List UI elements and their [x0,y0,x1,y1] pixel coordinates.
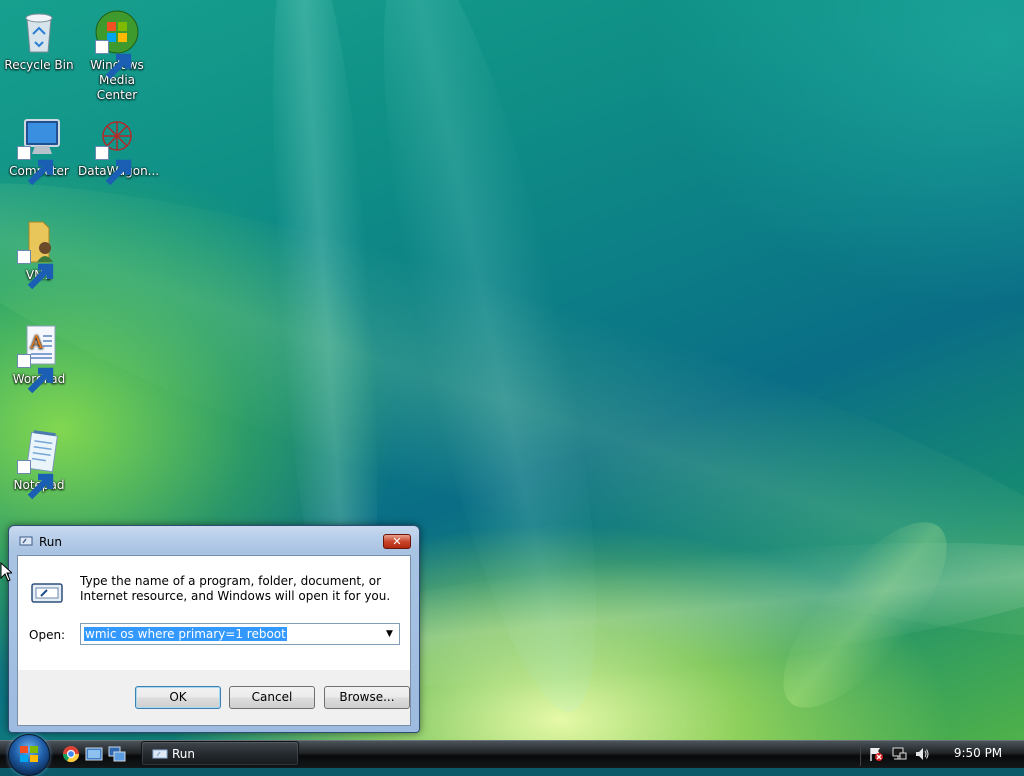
svg-text:A: A [29,332,44,353]
computer-icon [15,114,63,186]
show-desktop-icon[interactable] [85,745,103,763]
run-icon [152,749,168,759]
open-input-value[interactable]: wmic os where primary=1 reboot [84,627,287,641]
shortcut-arrow-icon [17,146,54,186]
switch-windows-icon[interactable] [108,745,126,763]
run-description: Type the name of a program, folder, docu… [80,574,391,603]
shortcut-arrow-icon [95,40,132,80]
chrome-icon[interactable] [62,745,80,763]
shortcut-arrow-icon [17,250,54,290]
desktop-icon-computer[interactable]: Computer [0,114,78,186]
volume-icon[interactable] [914,746,930,762]
desktop-icon-wordpad[interactable]: A WordPad [0,322,78,394]
windows-logo-icon [20,746,38,762]
tray-divider [860,742,861,766]
taskbar-clock[interactable]: 9:50 PM [948,746,1008,760]
close-icon: ✕ [392,535,402,548]
open-combobox[interactable]: wmic os where primary=1 reboot ▼ [80,623,400,645]
browse-button[interactable]: Browse... [324,686,410,709]
chevron-down-icon[interactable]: ▼ [381,625,398,643]
taskbar-button-run[interactable]: Run [141,741,299,766]
recycle-bin-icon [15,8,63,56]
run-titlebar[interactable]: Run ✕ [9,526,419,556]
run-client-area: Type the name of a program, folder, docu… [17,555,411,726]
run-program-icon [31,583,63,603]
desktop-icon-recycle-bin[interactable]: Recycle Bin [0,8,78,73]
notepad-icon [15,428,63,500]
wordpad-icon: A [15,322,63,394]
cancel-button[interactable]: Cancel [229,686,315,709]
windows-media-center-icon [93,8,141,80]
run-dialog: Run ✕ Type the name of a program, folder… [8,525,420,733]
shortcut-arrow-icon [17,354,54,394]
taskbar-button-label: Run [172,747,196,761]
ok-button[interactable]: OK [135,686,221,709]
desktop-icon-notepad[interactable]: Notepad [0,428,78,500]
run-content-panel: Type the name of a program, folder, docu… [18,556,410,670]
run-title: Run [39,535,63,549]
desktop-icon-label: Recycle Bin [4,58,74,72]
mouse-cursor-icon [0,562,12,582]
datawagon-icon [93,114,141,186]
run-icon [19,536,33,546]
action-center-flag-icon[interactable] [868,746,884,762]
desktop-icon-vm1[interactable]: VM1 [0,218,78,290]
shortcut-arrow-icon [95,146,132,186]
close-button[interactable]: ✕ [383,534,411,549]
shortcut-arrow-icon [17,460,54,500]
vm1-folder-icon [15,218,63,290]
network-icon[interactable] [891,746,907,762]
start-button[interactable] [8,734,50,776]
open-label: Open: [29,628,66,642]
desktop-icon-windows-media-center[interactable]: Windows Media Center [78,8,156,103]
desktop-icon-datawagon[interactable]: DataWagon... [78,114,159,186]
